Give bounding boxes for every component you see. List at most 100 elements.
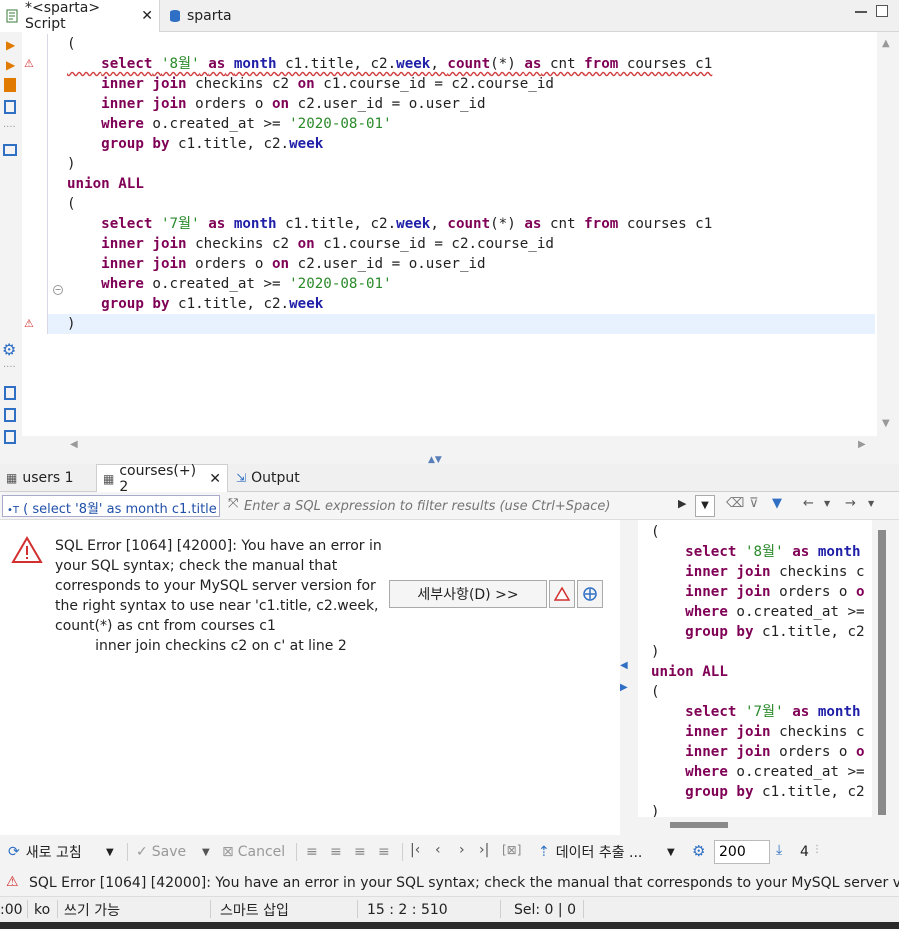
first-page-icon[interactable]: |‹	[410, 842, 420, 858]
close-icon[interactable]: ✕	[141, 8, 153, 24]
tab-sparta-script[interactable]: *<sparta> Script ✕	[0, 0, 160, 32]
horizontal-scrollbar[interactable]	[638, 817, 899, 835]
editor-left-toolbar: ▶ ▶ ···· ⚙ ····	[0, 32, 22, 464]
code-token: inner join	[685, 564, 771, 580]
cancel-button[interactable]: ⊠ Cancel	[222, 841, 285, 863]
code-token: month	[233, 216, 277, 232]
edit-icon[interactable]: ≡	[306, 844, 318, 860]
vertical-scrollbar[interactable]: ▲ ▼	[877, 32, 899, 436]
fetch-size-input[interactable]	[714, 840, 770, 864]
editor-tab-bar: *<sparta> Script ✕ sparta	[0, 0, 899, 32]
previous-page-icon[interactable]: ‹	[435, 842, 441, 858]
apply-filter-icon[interactable]: ▶	[678, 497, 686, 510]
more-icon[interactable]: ⋮	[812, 844, 822, 855]
eraser-icon[interactable]: ⌫	[726, 496, 744, 511]
explain-plan-icon[interactable]	[4, 78, 16, 92]
scroll-down-icon[interactable]: ▼	[882, 418, 890, 429]
details-button[interactable]: 세부사항(D) >>	[389, 580, 547, 608]
tab-sparta[interactable]: sparta	[162, 0, 262, 32]
dropdown-icon[interactable]: ▼	[868, 499, 874, 508]
next-page-icon[interactable]: ›	[459, 842, 465, 858]
import-icon[interactable]	[4, 408, 16, 422]
fold-collapse-icon[interactable]: −	[53, 285, 63, 295]
load-plan-icon[interactable]	[4, 100, 16, 114]
code-line: select '7월' as month c1.title, c2.week, …	[67, 214, 712, 234]
format-icon[interactable]	[4, 430, 16, 444]
code-line: inner join orders o o	[651, 582, 864, 602]
dropdown-icon[interactable]: ▼	[667, 847, 675, 858]
maximize-icon[interactable]	[876, 5, 888, 17]
code-token: where	[685, 764, 728, 780]
code-token: group by	[101, 136, 170, 152]
copy-row-icon[interactable]: ≡	[354, 844, 366, 860]
refresh-label: 새로 고침	[25, 845, 82, 861]
export-icon[interactable]	[4, 386, 16, 400]
filter-history-dropdown[interactable]: ▼	[695, 495, 715, 517]
terminal-icon[interactable]	[3, 144, 17, 156]
code-token: month	[233, 56, 277, 72]
filter-input[interactable]	[244, 495, 670, 517]
code-token: (*)	[490, 216, 525, 232]
vertical-scrollbar[interactable]	[872, 520, 899, 817]
code-line: )	[651, 642, 865, 662]
filter-clear-icon[interactable]: ⊽	[749, 496, 759, 511]
code-token: on	[297, 236, 315, 252]
code-token: on	[272, 256, 290, 272]
save-button[interactable]: ✓ Save	[136, 841, 186, 863]
delete-row-icon[interactable]: ≡	[378, 844, 390, 860]
dropdown-icon[interactable]: ▼	[106, 847, 114, 858]
refresh-icon: ⟳	[8, 844, 20, 860]
code-token: checkins c2	[186, 76, 298, 92]
add-row-icon[interactable]: ≡	[330, 844, 342, 860]
code-token: orders o	[186, 256, 273, 272]
back-icon[interactable]: ←	[803, 496, 814, 511]
code-token: )	[67, 316, 76, 332]
code-line: union ALL	[67, 174, 712, 194]
sql-code[interactable]: ( select '8월' as month c1.title, c2.week…	[67, 34, 712, 334]
dropdown-icon[interactable]: ▼	[202, 847, 210, 858]
scroll-thumb[interactable]	[670, 822, 728, 828]
fetch-all-icon[interactable]: [⊠]	[502, 843, 521, 857]
forward-icon[interactable]: →	[845, 496, 856, 511]
table-icon: ▦	[103, 471, 115, 486]
scroll-left-icon[interactable]: ◀	[70, 439, 78, 450]
panel-splitter[interactable]: ◀ ▶	[620, 520, 638, 835]
code-token: )	[651, 804, 660, 817]
error-log-icon[interactable]	[549, 580, 575, 608]
query-text-panel[interactable]: ( select '8월' as month inner join checki…	[638, 520, 872, 817]
query-preview-field[interactable]: •T ( select '8월' as month c1.title	[2, 495, 220, 517]
export-data-button[interactable]: ⇡ 데이터 추출 ...	[538, 841, 642, 863]
cancel-icon: ⊠	[222, 844, 234, 860]
collapse-left-icon[interactable]: ◀	[620, 660, 628, 671]
last-page-icon[interactable]: ›|	[479, 842, 489, 858]
row-count-icon[interactable]: ⤓	[776, 842, 782, 858]
filter-icon[interactable]: ▼	[772, 496, 782, 511]
execute-statement-icon[interactable]: ▶	[6, 38, 15, 52]
tab-courses-2[interactable]: ▦ courses(+) 2 ✕	[96, 463, 228, 495]
code-line: where o.created_at >=	[651, 602, 864, 622]
tab-output[interactable]: ⇲ Output	[230, 464, 328, 492]
refresh-button[interactable]: ⟳ 새로 고침	[8, 841, 82, 863]
tab-users-1[interactable]: ▦ users 1	[0, 464, 92, 492]
target-icon[interactable]	[577, 580, 603, 608]
settings-icon[interactable]: ⚙	[2, 340, 16, 359]
dropdown-icon[interactable]: ▼	[824, 499, 830, 508]
minimize-icon[interactable]	[855, 11, 867, 13]
scroll-right-icon[interactable]: ▶	[858, 439, 866, 450]
close-icon[interactable]: ✕	[209, 471, 221, 487]
status-cursor-position: 15 : 2 : 510	[367, 902, 448, 918]
scroll-up-icon[interactable]: ▲	[882, 38, 890, 49]
execute-script-icon[interactable]: ▶	[6, 58, 15, 72]
output-icon: ⇲	[236, 471, 247, 485]
separator-icon: ····	[3, 122, 16, 133]
settings-icon[interactable]: ⚙	[692, 842, 705, 860]
check-icon: ✓	[136, 844, 148, 860]
collapse-right-icon[interactable]: ▶	[620, 682, 628, 693]
expand-icon[interactable]: ⤧	[228, 496, 238, 511]
horizontal-scrollbar[interactable]: ◀ ▶	[48, 436, 877, 456]
scroll-thumb[interactable]	[878, 530, 886, 815]
